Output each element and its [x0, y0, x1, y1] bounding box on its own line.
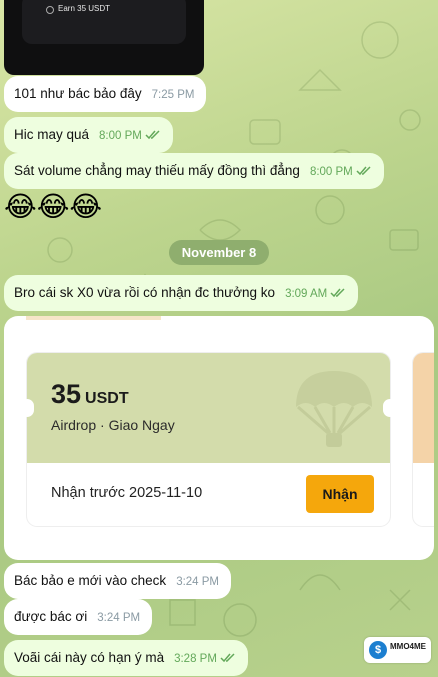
message-time: 3:28 PM: [174, 653, 217, 665]
double-check-icon: [356, 166, 371, 176]
double-check-icon: [330, 288, 345, 298]
coupon-notch-left: [20, 399, 34, 417]
clock-icon: [46, 6, 54, 14]
coupon-amount: 35 USDT: [51, 379, 129, 410]
coupon-screenshot[interactable]: 35 USDT Airdrop · Giao Ngay Nhận trước 20…: [4, 316, 434, 560]
dollar-icon: $: [369, 641, 387, 659]
coupon-deadline: Nhận trước 2025-11-10: [51, 485, 203, 501]
forwarded-image[interactable]: Earn 35 USDT: [4, 0, 204, 75]
double-check-icon: [220, 653, 235, 663]
parachute-icon: [296, 371, 372, 447]
message-text: 101 như bác bảo đây: [14, 86, 142, 101]
amount-unit: USDT: [85, 390, 129, 407]
card-top-strip: [26, 316, 161, 320]
image-card: Earn 35 USDT: [22, 0, 186, 44]
message-time: 3:09 AM: [285, 288, 328, 300]
claim-button[interactable]: Nhận: [306, 475, 374, 513]
message-text: Bro cái sk X0 vừa rồi có nhận đc thưởng …: [14, 285, 276, 300]
coupon-notch-right: [383, 399, 397, 417]
message-text: Sát volume chẳng may thiếu mấy đồng thì …: [14, 163, 300, 178]
message-text: Bác bảo e mới vào check: [14, 573, 167, 588]
watermark: $ MMO4ME: [364, 637, 431, 663]
message-time: 8:00 PM: [99, 130, 142, 142]
watermark-brand: MMO4ME: [390, 642, 426, 651]
message-bubble[interactable]: Bro cái sk X0 vừa rồi có nhận đc thưởng …: [4, 275, 359, 311]
message-text: Voãi cái này có hạn ý mà: [14, 650, 165, 665]
double-check-icon: [145, 130, 160, 140]
message-bubble[interactable]: Hic may quá 8:00 PM: [4, 117, 173, 153]
message-time: 7:25 PM: [151, 89, 195, 101]
message-time: 3:24 PM: [97, 612, 141, 624]
message-bubble[interactable]: Bác bảo e mới vào check 3:24 PM: [4, 563, 232, 599]
message-bubble[interactable]: Voãi cái này có hạn ý mà 3:28 PM: [4, 640, 248, 676]
message-bubble[interactable]: được bác ơi 3:24 PM: [4, 599, 153, 635]
message-text: được bác ơi: [14, 609, 88, 624]
image-text: Earn 35 USDT: [58, 4, 111, 13]
amount-value: 35: [51, 379, 82, 409]
emoji-message[interactable]: 😂😂😂: [4, 190, 102, 224]
next-coupon-card: [413, 353, 434, 526]
date-separator: November 8: [169, 240, 269, 265]
message-time: 8:00 PM: [309, 166, 353, 178]
coupon-card: 35 USDT Airdrop · Giao Ngay Nhận trước 20…: [27, 353, 390, 526]
message-bubble[interactable]: Sát volume chẳng may thiếu mấy đồng thì …: [4, 153, 384, 189]
message-text: Hic may quá: [14, 127, 90, 142]
coupon-description: Airdrop · Giao Ngay: [51, 417, 175, 433]
message-bubble[interactable]: 101 như bác bảo đây 7:25 PM: [4, 76, 207, 112]
message-time: 3:24 PM: [176, 576, 220, 588]
